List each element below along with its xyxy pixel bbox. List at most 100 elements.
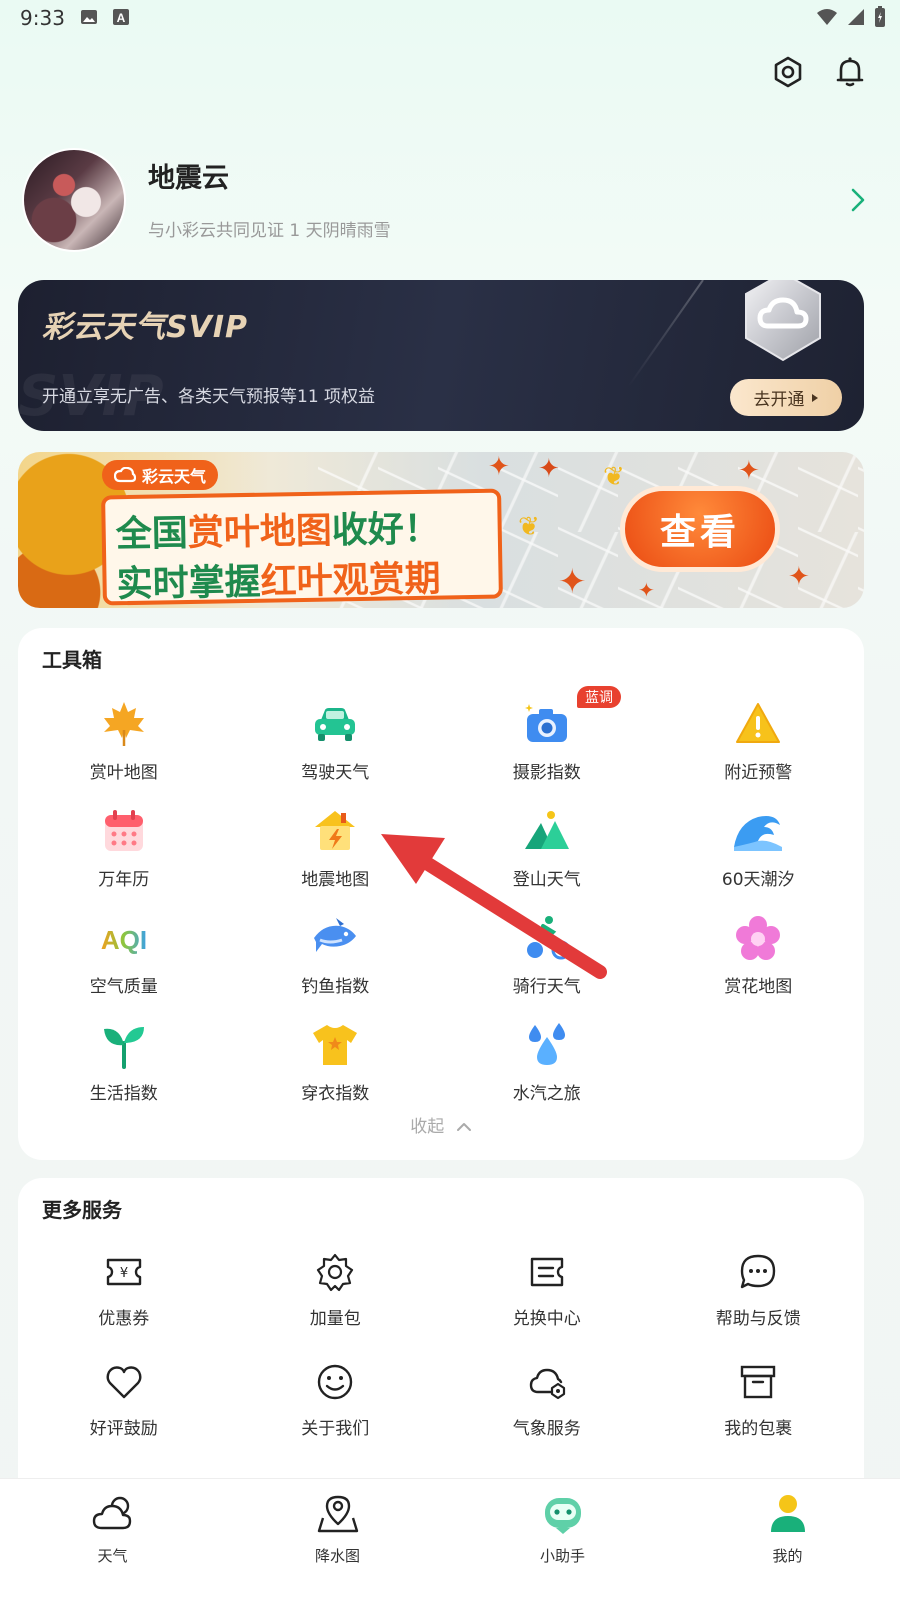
nav-precipitation-map[interactable]: 降水图 <box>225 1479 450 1600</box>
fish-icon <box>314 918 357 952</box>
tool-cycling-weather[interactable]: 骑行天气 <box>441 902 653 1009</box>
maple-leaf-icon: ✦ <box>538 454 560 484</box>
nav-icon-wrap <box>538 1489 588 1539</box>
banner-logo-tag: 彩云天气 <box>102 460 219 490</box>
battery-icon <box>875 6 885 27</box>
tool-icon-wrap <box>521 805 573 857</box>
tool-flower-map[interactable]: 赏花地图 <box>653 902 865 1009</box>
service-exchange-center[interactable]: 兑换中心 <box>441 1250 653 1360</box>
tool-fishing-index[interactable]: 钓鱼指数 <box>230 902 442 1009</box>
image-icon <box>81 10 97 24</box>
banner-line-2: 实时掌握红叶观赏期 <box>116 550 441 608</box>
camera-icon <box>524 704 567 742</box>
car-icon <box>315 708 356 741</box>
tool-icon-wrap <box>732 912 784 964</box>
service-coupon[interactable]: ¥ 优惠券 <box>18 1250 230 1360</box>
tool-badge: 蓝调 <box>577 686 621 708</box>
tool-icon-wrap <box>98 805 150 857</box>
nav-label: 降水图 <box>314 1547 360 1565</box>
tool-tide[interactable]: 60天潮汐 <box>653 795 865 902</box>
maple-leaf-icon: ✦ <box>788 562 810 592</box>
tool-calendar[interactable]: 万年历 <box>18 795 230 902</box>
nav-mine[interactable]: 我的 <box>675 1479 900 1600</box>
svc-icon-wrap <box>313 1250 357 1294</box>
profile-header[interactable]: 地震云 与小彩云共同见证 1 天阴晴雨雪 <box>22 148 878 252</box>
service-label: 加量包 <box>309 1309 361 1329</box>
chevron-right-icon[interactable] <box>848 186 868 214</box>
more-services-title: 更多服务 <box>42 1198 122 1222</box>
calendar-icon <box>104 810 143 851</box>
tool-label: 登山天气 <box>512 870 581 890</box>
tool-air-quality[interactable]: AQI 空气质量 <box>18 902 230 1009</box>
status-bar: 9:33 A <box>0 0 900 36</box>
service-my-packages[interactable]: 我的包裹 <box>653 1360 865 1470</box>
banner-line-1-c: 收好！ <box>331 508 441 552</box>
tool-driving-weather[interactable]: 驾驶天气 <box>230 688 442 795</box>
tool-icon-wrap <box>309 912 361 964</box>
tool-nearby-warning[interactable]: 附近预警 <box>653 688 865 795</box>
tool-earthquake-map[interactable]: 地震地图 <box>230 795 442 902</box>
tool-label: 生活指数 <box>89 1084 158 1104</box>
maple-leaf-icon: ✦ <box>558 562 587 602</box>
svc-icon-wrap <box>525 1250 569 1294</box>
svg-text:AQI: AQI <box>101 925 147 955</box>
svc-icon-wrap <box>736 1360 780 1404</box>
tshirt-icon <box>313 1025 358 1065</box>
svc-icon-wrap <box>525 1360 569 1404</box>
service-label: 我的包裹 <box>724 1419 793 1439</box>
collapse-toggle[interactable]: 收起 <box>18 1112 864 1137</box>
svip-open-label: 去开通 <box>753 390 805 410</box>
avatar[interactable] <box>22 148 126 252</box>
service-meteorological[interactable]: 气象服务 <box>441 1360 653 1470</box>
tool-leaf-map[interactable]: 赏叶地图 <box>18 688 230 795</box>
settings-button[interactable] <box>768 52 808 92</box>
top-actions <box>768 52 870 92</box>
tool-label: 万年历 <box>98 870 150 890</box>
service-rate-us[interactable]: 好评鼓励 <box>18 1360 230 1470</box>
tool-mountain-weather[interactable]: 登山天气 <box>441 795 653 902</box>
banner-headline-box: 全国赏叶地图收好！ 实时掌握红叶观赏期 <box>101 488 503 608</box>
ginkgo-leaf-icon: ❦ <box>603 462 625 492</box>
banner-logo-text: 彩云天气 <box>142 467 207 486</box>
tool-icon-wrap <box>309 805 361 857</box>
nav-weather[interactable]: 天气 <box>0 1479 225 1600</box>
tool-photo-index[interactable]: 蓝调 摄影指数 <box>441 686 653 795</box>
box-icon <box>741 1365 776 1399</box>
tool-icon-wrap <box>732 805 784 857</box>
water-drops-icon <box>528 1023 565 1065</box>
svip-open-button[interactable]: 去开通 <box>730 379 842 416</box>
service-help-feedback[interactable]: 帮助与反馈 <box>653 1250 865 1360</box>
svip-description: 开通立享无广告、各类天气预报等11 项权益 <box>42 387 376 407</box>
caiyun-logo-icon <box>114 467 136 483</box>
status-left-icons: A <box>80 8 130 26</box>
tool-water-vapor-journey[interactable]: 水汽之旅 <box>441 1009 653 1116</box>
toolbox-title: 工具箱 <box>42 648 102 672</box>
more-services-grid: ¥ 优惠券 加量包 兑换中心 帮助与反馈 好评鼓励 关于我们 气象服务 我的包裹 <box>18 1250 864 1470</box>
tool-label: 水汽之旅 <box>512 1084 581 1104</box>
toolbox-card: 工具箱 赏叶地图 驾驶天气 蓝调 摄影指数 附近预警 万年历 地震地图 登山天气… <box>18 628 864 1160</box>
weather-cloud-icon <box>92 1496 131 1530</box>
banner-view-button[interactable]: 查看 <box>620 486 780 572</box>
svip-card[interactable]: SVIP 彩云天气SVIP 开通立享无广告、各类天气预报等11 项权益 去开通 <box>18 280 864 431</box>
tool-label: 穿衣指数 <box>301 1084 370 1104</box>
service-label: 关于我们 <box>301 1419 370 1439</box>
tool-dressing-index[interactable]: 穿衣指数 <box>230 1009 442 1116</box>
svip-title: 彩云天气SVIP <box>42 310 248 345</box>
nav-assistant[interactable]: 小助手 <box>450 1479 675 1600</box>
sprout-icon <box>103 1027 144 1069</box>
promo-banner[interactable]: ✦ ✦ ❦ ✦ ❦ ✦ ✦ ✦ 彩云天气 全国赏叶地图收好！ 实时掌握红叶观赏期… <box>18 452 864 608</box>
tool-icon-wrap <box>521 698 573 750</box>
wifi-icon <box>817 9 837 25</box>
tool-label: 赏叶地图 <box>89 763 158 783</box>
cloud-service-icon <box>529 1368 565 1400</box>
tool-life-index[interactable]: 生活指数 <box>18 1009 230 1116</box>
service-about-us[interactable]: 关于我们 <box>230 1360 442 1470</box>
tool-label: 驾驶天气 <box>301 763 370 783</box>
svc-icon-wrap <box>736 1250 780 1294</box>
maple-leaf-icon: ✦ <box>488 452 510 482</box>
wave-icon <box>734 816 783 851</box>
notifications-button[interactable] <box>830 52 870 92</box>
nav-icon-wrap <box>313 1489 363 1539</box>
mountain-icon <box>524 811 569 849</box>
service-add-on-pack[interactable]: 加量包 <box>230 1250 442 1360</box>
